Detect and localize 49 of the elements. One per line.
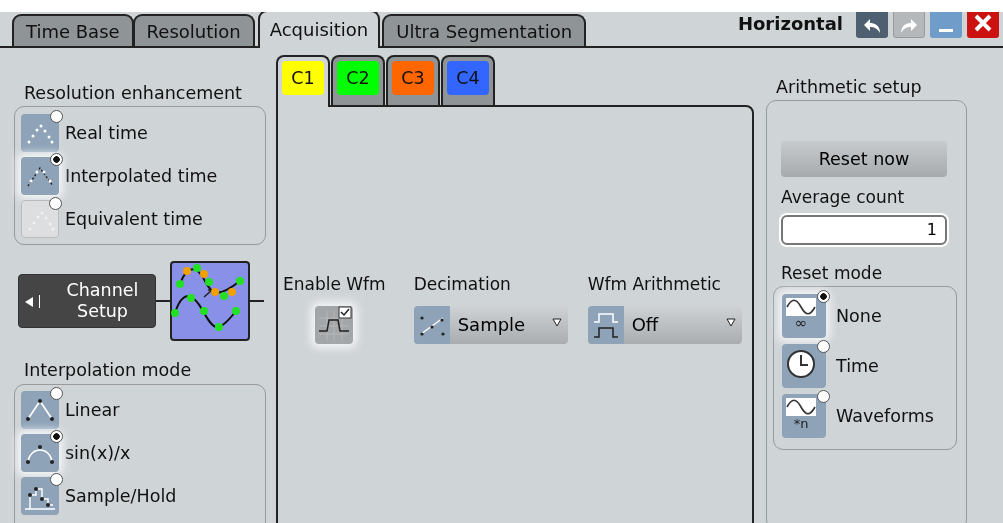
group-label: Interpolation mode xyxy=(24,359,193,383)
option-label[interactable]: Real time xyxy=(65,119,148,146)
enable-waveform-checkbox[interactable] xyxy=(315,305,354,344)
field-label: Decimation xyxy=(413,273,512,296)
group-label: Reset mode xyxy=(781,261,884,285)
tab[interactable]: Time Base xyxy=(12,14,134,46)
undo-button[interactable] xyxy=(856,12,888,38)
radio-indicator[interactable] xyxy=(50,109,63,123)
radio-indicator[interactable] xyxy=(50,430,63,443)
close-icon xyxy=(973,13,993,33)
caret-icon xyxy=(725,318,736,327)
reset-now-button[interactable]: Reset now xyxy=(781,141,947,178)
option-label[interactable]: Waveforms xyxy=(836,403,934,430)
option-label[interactable]: sin(x)/x xyxy=(65,439,131,467)
group-label: Resolution enhancement xyxy=(24,82,243,105)
tab[interactable]: Resolution xyxy=(132,14,255,46)
option-label[interactable]: Time xyxy=(836,353,879,380)
field-label: Enable Wfm xyxy=(283,273,386,296)
dropdown[interactable]: Off xyxy=(587,305,742,344)
field-label: Average count xyxy=(781,186,906,210)
dropdown[interactable]: Sample xyxy=(413,305,568,344)
connector-line xyxy=(156,300,170,303)
option-label[interactable]: Interpolated time xyxy=(65,162,218,189)
window-title: Horizontal xyxy=(737,12,843,36)
connector-line xyxy=(250,300,264,303)
close-button[interactable] xyxy=(967,12,999,38)
caret-icon xyxy=(551,318,562,327)
channel-tab[interactable]: C3 xyxy=(392,61,434,95)
radio-indicator[interactable] xyxy=(817,390,830,404)
average-count-field[interactable]: 1 xyxy=(781,214,947,245)
radio-indicator[interactable] xyxy=(817,340,830,354)
channel-tab[interactable]: C1 xyxy=(282,61,324,95)
radio-indicator[interactable] xyxy=(50,387,63,400)
option-label[interactable]: None xyxy=(836,303,882,330)
radio-indicator[interactable] xyxy=(817,290,830,304)
channel-tab[interactable]: C4 xyxy=(447,61,489,95)
channel-tab[interactable]: C2 xyxy=(337,61,379,95)
radio-indicator[interactable] xyxy=(50,152,63,166)
tab[interactable]: Ultra Segmentation xyxy=(382,14,587,46)
channel-setup-button[interactable]: Channel Setup xyxy=(18,274,156,329)
group-label: Arithmetic setup xyxy=(776,76,923,99)
option-label[interactable]: Sample/Hold xyxy=(65,482,177,510)
tab[interactable]: Acquisition xyxy=(257,12,381,48)
minimize-button[interactable] xyxy=(930,12,962,38)
option-label[interactable]: Linear xyxy=(65,396,120,424)
minimize-icon xyxy=(939,28,953,32)
field-label: Wfm Arithmetic xyxy=(587,273,722,296)
triangle-icon xyxy=(25,296,33,307)
radio-indicator[interactable] xyxy=(50,473,63,486)
